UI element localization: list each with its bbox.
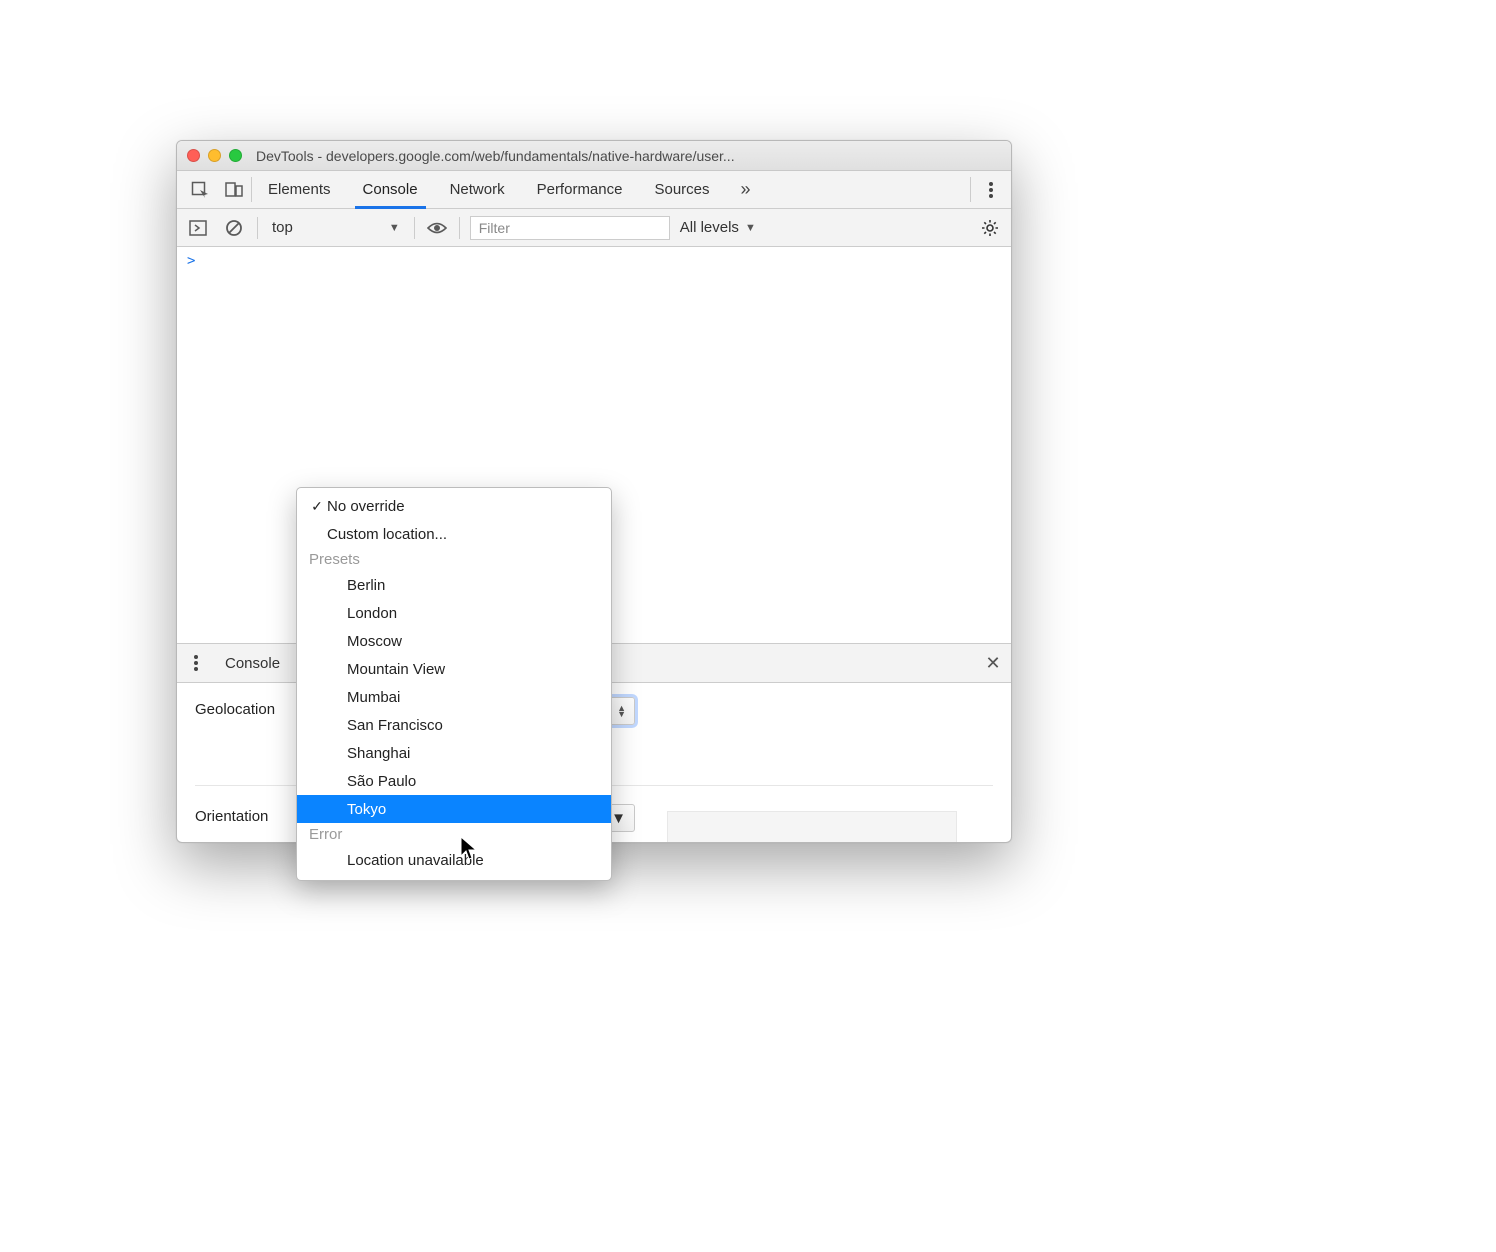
dropdown-group-presets: Presets [297, 548, 611, 571]
dropdown-item-moscow[interactable]: Moscow [297, 627, 611, 655]
live-expression-icon[interactable] [425, 221, 449, 235]
window-controls [187, 149, 242, 162]
geolocation-dropdown: ✓ No override Custom location... Presets… [296, 487, 612, 881]
geolocation-label: Geolocation [195, 697, 305, 718]
dropdown-item-label: Custom location... [327, 526, 447, 543]
overflow-label: » [740, 179, 750, 200]
dropdown-item-london[interactable]: London [297, 599, 611, 627]
dropdown-triangle-icon: ▼ [745, 222, 756, 234]
dropdown-triangle-icon: ▼ [389, 222, 400, 234]
tab-sources[interactable]: Sources [638, 171, 725, 208]
dropdown-item-san-francisco[interactable]: San Francisco [297, 711, 611, 739]
separator [414, 217, 415, 239]
tab-performance[interactable]: Performance [521, 171, 639, 208]
show-console-sidebar-icon[interactable] [185, 220, 211, 236]
dropdown-item-berlin[interactable]: Berlin [297, 571, 611, 599]
tab-network[interactable]: Network [434, 171, 521, 208]
dropdown-item-label: Mumbai [347, 689, 400, 706]
tab-label: Performance [537, 181, 623, 198]
dropdown-group-error: Error [297, 823, 611, 846]
drawer-tab-console[interactable]: Console [211, 644, 294, 682]
filter-input[interactable] [470, 216, 670, 240]
tab-elements[interactable]: Elements [252, 171, 347, 208]
drawer-tab-label: Console [225, 655, 280, 672]
context-selector[interactable]: top ▼ [268, 219, 404, 236]
tab-label: Elements [268, 181, 331, 198]
dropdown-item-custom-location[interactable]: Custom location... [297, 520, 611, 548]
select-caret-icon: ▲▼ [617, 705, 626, 717]
dropdown-item-label: Shanghai [347, 745, 410, 762]
context-label: top [272, 219, 293, 236]
dropdown-item-label: San Francisco [347, 717, 443, 734]
check-icon: ✓ [307, 498, 327, 515]
dropdown-item-label: Location unavailable [347, 852, 484, 869]
dropdown-item-label: São Paulo [347, 773, 416, 790]
log-levels-selector[interactable]: All levels ▼ [680, 219, 756, 236]
dropdown-item-tokyo[interactable]: Tokyo [297, 795, 611, 823]
main-tabbar: Elements Console Network Performance Sou… [177, 171, 1011, 209]
tabs-overflow[interactable]: » [726, 171, 766, 208]
close-drawer-icon[interactable]: ✕ [975, 644, 1011, 682]
kebab-menu-icon[interactable] [971, 171, 1011, 208]
window-title: DevTools - developers.google.com/web/fun… [256, 148, 1001, 164]
drawer-kebab-icon[interactable] [181, 644, 211, 682]
dropdown-item-label: Moscow [347, 633, 402, 650]
dropdown-item-label: No override [327, 498, 405, 515]
separator [459, 217, 460, 239]
zoom-window-button[interactable] [229, 149, 242, 162]
device-toolbar-icon[interactable] [217, 171, 251, 208]
tab-label: Network [450, 181, 505, 198]
dropdown-item-label: Tokyo [347, 801, 386, 818]
inspect-element-icon[interactable] [183, 171, 217, 208]
minimize-window-button[interactable] [208, 149, 221, 162]
tab-console[interactable]: Console [347, 171, 434, 208]
dropdown-item-label: London [347, 605, 397, 622]
close-window-button[interactable] [187, 149, 200, 162]
orientation-preview [667, 811, 957, 843]
dropdown-item-sao-paulo[interactable]: São Paulo [297, 767, 611, 795]
dropdown-item-label: Berlin [347, 577, 385, 594]
console-toolbar: top ▼ All levels ▼ [177, 209, 1011, 247]
dropdown-item-mumbai[interactable]: Mumbai [297, 683, 611, 711]
levels-label: All levels [680, 219, 739, 236]
tab-label: Console [363, 181, 418, 198]
dropdown-item-shanghai[interactable]: Shanghai [297, 739, 611, 767]
dropdown-item-location-unavailable[interactable]: Location unavailable [297, 846, 611, 874]
clear-console-icon[interactable] [221, 219, 247, 237]
tab-label: Sources [654, 181, 709, 198]
dropdown-item-label: Mountain View [347, 661, 445, 678]
dropdown-item-mountain-view[interactable]: Mountain View [297, 655, 611, 683]
titlebar[interactable]: DevTools - developers.google.com/web/fun… [177, 141, 1011, 171]
dropdown-item-no-override[interactable]: ✓ No override [297, 492, 611, 520]
console-settings-icon[interactable] [977, 219, 1003, 237]
console-prompt: > [187, 253, 195, 269]
orientation-label: Orientation [195, 804, 305, 825]
separator [257, 217, 258, 239]
